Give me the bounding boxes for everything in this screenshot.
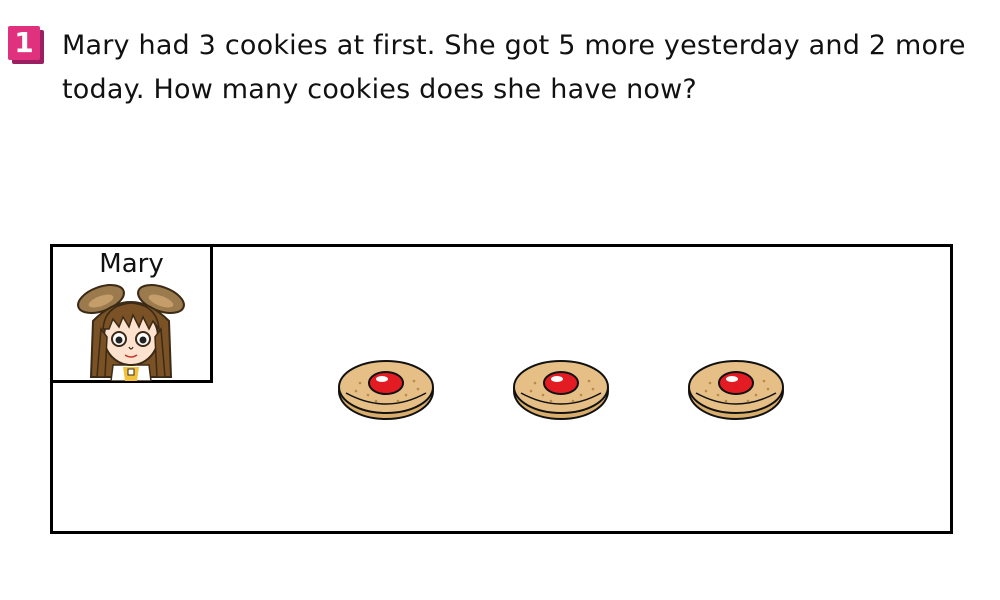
girl-with-bunny-ears-icon: [77, 284, 185, 381]
problem-number: 1: [8, 26, 40, 60]
problem-number-badge: 1: [8, 26, 44, 64]
character-box: Mary: [50, 244, 213, 383]
cookie-icon: [688, 360, 784, 420]
question-text: Mary had 3 cookies at first. She got 5 m…: [62, 30, 966, 105]
cookie-icon: [338, 360, 434, 420]
character-name: Mary: [99, 249, 164, 279]
illustration-frame: Mary: [50, 244, 953, 534]
cookie-icon: [513, 360, 609, 420]
